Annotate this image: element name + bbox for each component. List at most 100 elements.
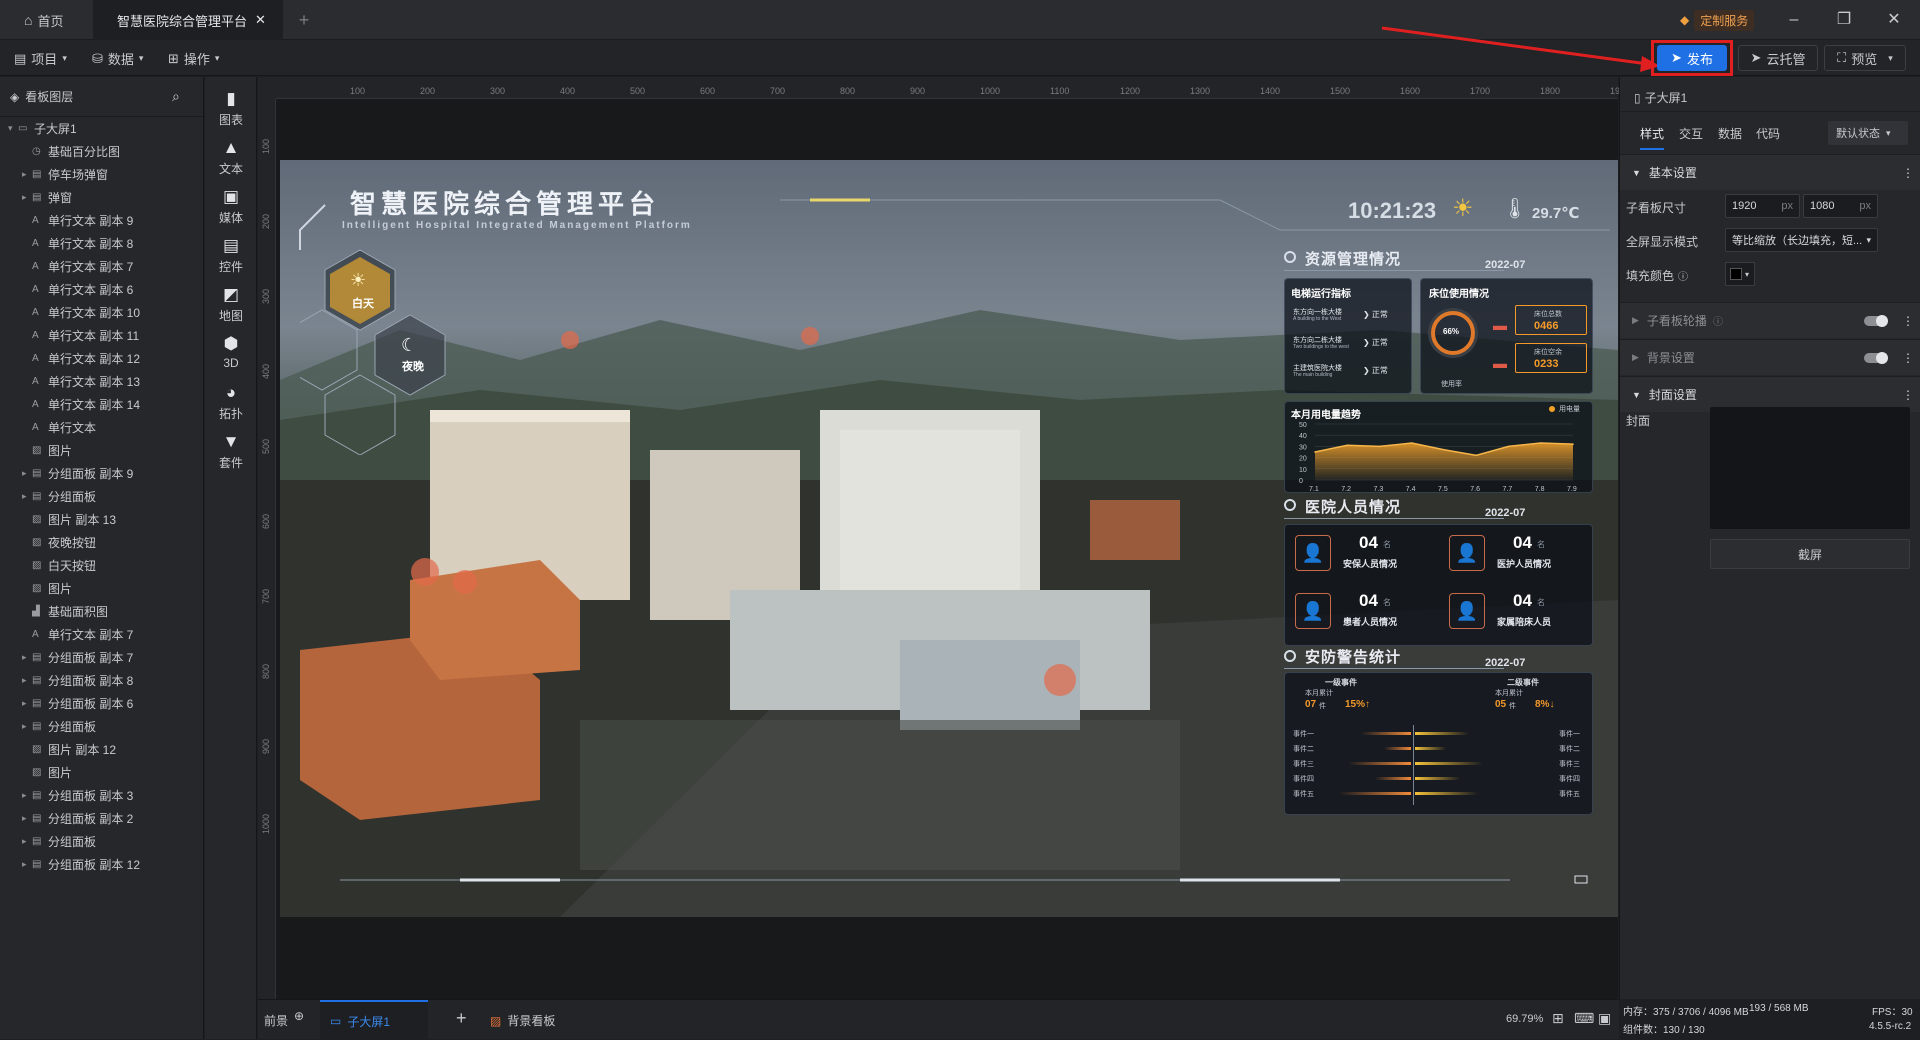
layer-item[interactable]: A 单行文本 副本 6 [0, 278, 133, 301]
publish-button[interactable]: ➤ 发布 [1657, 45, 1727, 71]
restore-icon[interactable]: ❐ [1832, 8, 1856, 32]
layer-item[interactable]: ▨ 图片 [0, 439, 72, 462]
night-button-label[interactable]: 夜晚 [402, 358, 424, 374]
width-input[interactable]: 1920 px [1725, 194, 1800, 218]
zoom-level[interactable]: 69.79% [1506, 1013, 1543, 1025]
dashboard-screen[interactable]: 智慧医院综合管理平台 Intelligent Hospital Integrat… [280, 160, 1618, 917]
current-screen-tab[interactable]: ▭ 子大屏1 [320, 1000, 428, 1040]
carousel-section[interactable]: ▶ 子看板轮播 ⓘ ⋮ [1620, 302, 1920, 338]
tab-document[interactable]: 智慧医院综合管理平台 ✕ [93, 0, 283, 40]
layer-item[interactable]: ◷ 基础百分比图 [0, 140, 120, 163]
front-layer-button[interactable]: 前景 ⊕ [264, 1009, 304, 1029]
layer-item[interactable]: ▸ ▤ 弹窗 [0, 186, 72, 209]
close-tab-icon[interactable]: ✕ [255, 12, 266, 28]
tool-map[interactable]: ◩ 地图 [205, 279, 257, 335]
layer-item[interactable]: ▸ ▤ 分组面板 [0, 485, 96, 508]
caret-icon[interactable]: ▸ [22, 698, 32, 709]
menu-data[interactable]: ⛁ 数据 ▾ [92, 49, 143, 68]
layer-item[interactable]: A 单行文本 副本 11 [0, 324, 139, 347]
caret-icon[interactable]: ▸ [22, 813, 32, 824]
caret-icon[interactable]: ▸ [22, 192, 32, 203]
tool-widget[interactable]: ▤ 控件 [205, 230, 257, 286]
minimize-icon[interactable]: – [1782, 8, 1806, 32]
fullscreen-select[interactable]: 等比缩放（长边填充，短... ▾ [1725, 228, 1878, 252]
fit-screen-icon[interactable]: ⊞ [1552, 1010, 1564, 1027]
caret-icon[interactable]: ▸ [22, 721, 32, 732]
layer-item[interactable]: ▨ 夜晚按钮 [0, 531, 96, 554]
menu-operate[interactable]: ⊞ 操作 ▾ [168, 49, 219, 68]
layer-item[interactable]: A 单行文本 副本 7 [0, 255, 133, 278]
layer-item[interactable]: ▸ ▤ 分组面板 副本 9 [0, 462, 133, 485]
layer-item[interactable]: ▨ 白天按钮 [0, 554, 96, 577]
layer-item[interactable]: ▸ ▤ 分组面板 副本 3 [0, 784, 133, 807]
more-icon[interactable]: ⋮ [1902, 388, 1914, 402]
new-tab-icon[interactable]: + [292, 0, 316, 40]
caret-icon[interactable]: ▸ [22, 675, 32, 686]
caret-icon[interactable]: ▾ [8, 123, 18, 134]
layer-item[interactable]: ▸ ▤ 分组面板 副本 7 [0, 646, 133, 669]
cover-preview[interactable] [1710, 407, 1910, 529]
layer-item[interactable]: ▨ 图片 [0, 761, 72, 784]
layer-item[interactable]: A 单行文本 副本 8 [0, 232, 133, 255]
layer-item[interactable]: ▸ ▤ 分组面板 [0, 830, 96, 853]
menu-project[interactable]: ▤ 项目 ▾ [14, 49, 67, 68]
keyboard-icon[interactable]: ⌨ [1574, 1010, 1594, 1027]
search-icon[interactable]: ⌕ [172, 88, 180, 105]
layer-item[interactable]: ▸ ▤ 分组面板 [0, 715, 96, 738]
layer-item[interactable]: A 单行文本 副本 9 [0, 209, 133, 232]
cloud-host-button[interactable]: ➤ 云托管 [1738, 45, 1818, 71]
caret-icon[interactable]: ▸ [22, 859, 32, 870]
help-icon[interactable]: ⓘ [1678, 268, 1688, 283]
layer-item[interactable]: ▾ ▭ 子大屏1 [0, 117, 77, 140]
layer-item[interactable]: ▸ ▤ 分组面板 副本 12 [0, 853, 140, 876]
background-section[interactable]: ▶ 背景设置 ⋮ [1620, 339, 1920, 375]
layer-item[interactable]: ▸ ▤ 分组面板 副本 2 [0, 807, 133, 830]
height-input[interactable]: 1080 px [1803, 194, 1878, 218]
caret-icon[interactable]: ▸ [22, 790, 32, 801]
tab-style[interactable]: 样式 [1640, 125, 1665, 150]
add-screen-icon[interactable]: + [456, 1008, 467, 1029]
tool-topology[interactable]: ◕ 拓扑 [205, 377, 257, 433]
more-icon[interactable]: ⋮ [1902, 351, 1914, 365]
layer-item[interactable]: ▨ 图片 副本 12 [0, 738, 116, 761]
tab-data[interactable]: 数据 [1718, 125, 1742, 142]
tool-text[interactable]: ▲ 文本 [205, 132, 257, 188]
layer-item[interactable]: ▟ 基础面积图 [0, 600, 108, 623]
sun-icon[interactable]: ☀ [350, 270, 366, 291]
caret-icon[interactable]: ▸ [22, 169, 32, 180]
tool-kit[interactable]: ▼ 套件 [205, 426, 257, 482]
layer-item[interactable]: ▨ 图片 副本 13 [0, 508, 116, 531]
background-toggle[interactable] [1864, 352, 1888, 364]
tab-home[interactable]: ⌂ 首页 [0, 0, 92, 40]
close-window-icon[interactable]: ✕ [1882, 8, 1906, 32]
tab-code[interactable]: 代码 [1756, 125, 1780, 142]
day-button-label[interactable]: 白天 [352, 295, 374, 311]
tool-media[interactable]: ▣ 媒体 [205, 181, 257, 237]
background-board-button[interactable]: ▨ 背景看板 [490, 1012, 555, 1029]
more-icon[interactable]: ⋮ [1902, 314, 1914, 328]
layer-item[interactable]: A 单行文本 副本 14 [0, 393, 140, 416]
layer-item[interactable]: ▸ ▤ 分组面板 副本 6 [0, 692, 133, 715]
layer-item[interactable]: A 单行文本 副本 13 [0, 370, 140, 393]
caret-icon[interactable]: ▸ [22, 652, 32, 663]
add-circle-icon[interactable]: ⊕ [294, 1009, 304, 1023]
caret-icon[interactable]: ▸ [22, 491, 32, 502]
layer-item[interactable]: A 单行文本 副本 10 [0, 301, 140, 324]
screenshot-button[interactable]: 截屏 [1710, 539, 1910, 569]
carousel-toggle[interactable] [1864, 315, 1888, 327]
fill-color-picker[interactable]: ▾ [1725, 262, 1755, 286]
moon-icon[interactable]: ☾ [401, 335, 417, 356]
layer-item[interactable]: ▸ ▤ 停车场弹窗 [0, 163, 108, 186]
tool-cube[interactable]: ⬢ 3D [205, 328, 257, 384]
layer-item[interactable]: A 单行文本 副本 7 [0, 623, 133, 646]
layer-item[interactable]: A 单行文本 副本 12 [0, 347, 140, 370]
caret-icon[interactable]: ▸ [22, 468, 32, 479]
preview-button[interactable]: ⛶ 预览 ▾ [1824, 45, 1906, 71]
tab-interaction[interactable]: 交互 [1679, 125, 1703, 142]
layer-item[interactable]: ▨ 图片 [0, 577, 72, 600]
more-icon[interactable]: ⋮ [1902, 166, 1914, 180]
basic-settings-section[interactable]: ▼ 基本设置 ⋮ [1620, 154, 1920, 190]
custom-service-button[interactable]: ◆ 定制服务 [1680, 9, 1755, 31]
caret-icon[interactable]: ▸ [22, 836, 32, 847]
layer-item[interactable]: A 单行文本 [0, 416, 96, 439]
